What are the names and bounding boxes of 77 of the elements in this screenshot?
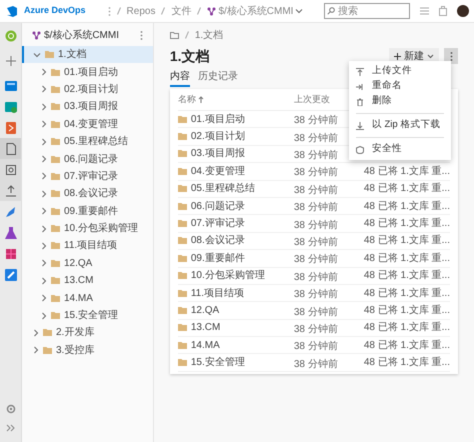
commit-message[interactable]: 48 已将 1.文库 重... (364, 355, 450, 370)
folder-name[interactable]: 06.问题记录 (190, 198, 245, 214)
tab[interactable]: 历史记录 (198, 69, 238, 87)
tree-item[interactable]: 04.变更管理 (22, 116, 153, 133)
search-field[interactable]: 搜索 (324, 3, 410, 19)
folder-name[interactable]: 12.QA (190, 302, 220, 318)
menu-item[interactable]: 上传文件 (356, 64, 444, 79)
menu-item[interactable]: 重命名 (356, 79, 444, 94)
tree-item[interactable]: 2.开发库 (22, 324, 153, 342)
tree-item[interactable]: 02.项目计划 (22, 80, 153, 98)
tree-item[interactable]: 06.问题记录 (22, 150, 153, 168)
table-cell: 38 分钟前 (294, 289, 338, 300)
table-cell: 38 分钟前 (294, 236, 338, 248)
tree-item[interactable]: 13.CM (22, 272, 153, 290)
tree-item[interactable]: 05.里程碑总结 (22, 132, 153, 150)
tree-item[interactable]: 08.会议记录 (22, 185, 153, 203)
tree-item[interactable]: 07.评审记录 (22, 168, 153, 186)
column-header[interactable]: 上次更改 (294, 92, 330, 106)
commit-message[interactable]: 48 已将 1.文库 重... (364, 338, 450, 353)
commit-message[interactable]: 48 已将 1.文库 重... (364, 302, 450, 318)
tree-item[interactable]: 15.安全管理 (22, 306, 153, 324)
table-cell: 38 分钟前 (294, 184, 338, 196)
table-cell: 38 分钟前 (294, 341, 338, 352)
table-cell: 38 分钟前 (294, 254, 338, 266)
tree-item[interactable]: 3.受控库 (22, 342, 153, 360)
repo-selector[interactable]: $/核心系统CMMI (218, 4, 294, 18)
table-cell: 38 分钟前 (294, 115, 338, 126)
tree-item[interactable]: 12.QA (22, 254, 153, 272)
folder-name[interactable]: 03.项目周报 (190, 146, 245, 162)
folder-name[interactable]: 11.项目结项 (190, 286, 244, 301)
table-cell: 38 分钟前 (294, 132, 338, 144)
tree-item[interactable]: 1.文档 (22, 46, 153, 64)
commit-message[interactable]: 48 已将 1.文库 重... (364, 181, 450, 196)
table-cell: 38 分钟前 (294, 167, 338, 178)
commit-message[interactable]: 48 已将 1.文库 重... (364, 286, 450, 301)
folder-name[interactable]: 09.重要邮件 (190, 250, 245, 266)
folder-name[interactable]: 08.会议记录 (190, 233, 245, 248)
page-title: 1.文档 (170, 46, 210, 66)
folder-name[interactable]: 02.项目计划 (190, 129, 245, 144)
table-cell: 38 分钟前 (294, 306, 338, 318)
breadcrumb-link[interactable]: 文件 (171, 4, 192, 18)
repo-title: $/核心系统CMMI (44, 28, 119, 42)
tree-item[interactable]: 09.重要邮件 (22, 202, 153, 220)
tab[interactable]: 内容 (170, 69, 190, 87)
commit-message[interactable]: 48 已将 1.文库 重... (364, 198, 450, 214)
commit-message[interactable]: 48 已将 1.文库 重... (364, 216, 450, 232)
menu-item[interactable]: 以 Zip 格式下载 (356, 118, 444, 133)
commit-message[interactable]: 48 已将 1.文库 重... (364, 233, 450, 248)
table-cell: 38 分钟前 (294, 150, 338, 161)
folder-name[interactable]: 05.里程碑总结 (190, 181, 255, 196)
commit-message[interactable]: 48 已将 1.文库 重... (364, 320, 450, 336)
tree-item[interactable]: 14.MA (22, 289, 153, 307)
folder-name[interactable]: 10.分包采购管理 (190, 268, 265, 284)
tree-item[interactable]: 03.项目周报 (22, 98, 153, 116)
folder-name[interactable]: 01.项目启动 (190, 112, 245, 127)
commit-message[interactable]: 48 已将 1.文库 重... (364, 268, 450, 284)
product-name[interactable]: Azure DevOps (24, 4, 86, 18)
folder-name[interactable]: 07.评审记录 (190, 216, 245, 232)
table-cell: 38 分钟前 (294, 272, 338, 283)
folder-name[interactable]: 15.安全管理 (190, 355, 245, 370)
folder-name[interactable]: 14.MA (190, 338, 220, 353)
menu-item[interactable]: 删除 (356, 94, 444, 109)
commit-message[interactable]: 48 已将 1.文库 重... (364, 164, 450, 179)
menu-item[interactable]: 安全性 (356, 142, 444, 157)
folder-name[interactable]: 04.变更管理 (190, 164, 245, 179)
table-cell: 38 分钟前 (294, 202, 338, 214)
table-cell: 38 分钟前 (294, 220, 338, 231)
tree-item[interactable]: 01.项目启动 (22, 63, 153, 81)
column-header[interactable]: 名称 (178, 92, 196, 106)
breadcrumb-link[interactable]: 1.文档 (194, 28, 224, 42)
table-cell: 38 分钟前 (294, 358, 338, 370)
table-cell: 38 分钟前 (294, 324, 338, 335)
tree-item[interactable]: 11.项目结项 (22, 237, 153, 255)
breadcrumb-link[interactable]: Repos (126, 4, 156, 18)
tree-item[interactable]: 10.分包采购管理 (22, 220, 153, 238)
folder-name[interactable]: 13.CM (190, 320, 220, 336)
commit-message[interactable]: 48 已将 1.文库 重... (364, 250, 450, 266)
